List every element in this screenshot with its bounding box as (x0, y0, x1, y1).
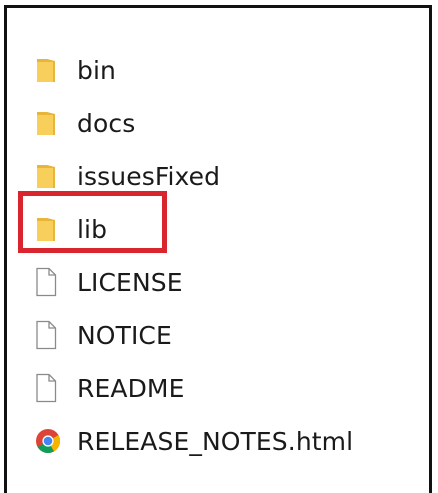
list-item-readme[interactable]: README (35, 368, 185, 408)
item-label: issuesFixed (77, 161, 221, 191)
file-icon (35, 373, 61, 403)
item-label: lib (77, 214, 108, 244)
item-label: bin (77, 55, 116, 85)
item-label: LICENSE (77, 267, 183, 297)
item-label: RELEASE_NOTES.html (77, 426, 354, 456)
list-item-license[interactable]: LICENSE (35, 262, 183, 302)
file-icon (35, 320, 61, 350)
file-icon (35, 267, 61, 297)
list-item-lib[interactable]: lib (35, 209, 107, 249)
file-list: bin docs issuesFixed lib LICENSE NOTICE … (7, 8, 429, 493)
item-label: docs (77, 108, 136, 138)
list-item-release-notes[interactable]: RELEASE_NOTES.html (35, 421, 353, 461)
folder-icon (35, 108, 61, 138)
item-label: README (77, 373, 185, 403)
list-item-bin[interactable]: bin (35, 50, 116, 90)
folder-icon (35, 214, 61, 244)
list-item-issuesfixed[interactable]: issuesFixed (35, 156, 220, 196)
list-item-docs[interactable]: docs (35, 103, 135, 143)
explorer-window: bin docs issuesFixed lib LICENSE NOTICE … (4, 5, 432, 493)
folder-icon (35, 55, 61, 85)
folder-icon (35, 161, 61, 191)
chrome-icon (35, 426, 61, 456)
list-item-notice[interactable]: NOTICE (35, 315, 172, 355)
item-label: NOTICE (77, 320, 172, 350)
